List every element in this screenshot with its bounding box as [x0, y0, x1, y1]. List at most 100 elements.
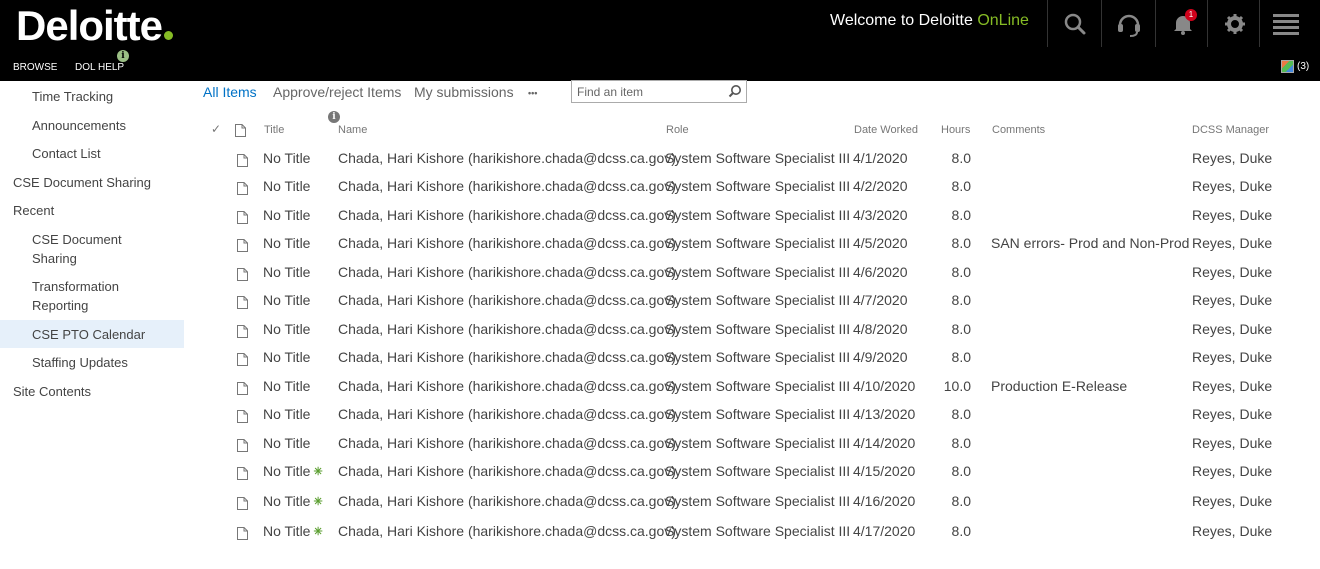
cell-date-worked: 4/6/2020	[853, 264, 908, 280]
dol-help-link[interactable]: DOL HELP	[75, 62, 124, 73]
column-header-comments[interactable]: Comments	[992, 124, 1045, 136]
table-row[interactable]: No Title Chada, Hari Kishore (harikishore…	[0, 435, 1320, 463]
settings-button[interactable]	[1207, 0, 1262, 47]
table-row[interactable]: No Title Chada, Hari Kishore (harikishore…	[0, 264, 1320, 292]
cell-hours: 8.0	[940, 150, 971, 166]
tab-approve-reject-items[interactable]: Approve/reject Items	[273, 84, 401, 100]
cell-title[interactable]: No Title	[263, 321, 310, 337]
cell-date-worked-text: 4/7/2020	[853, 292, 908, 308]
table-row[interactable]: No Title Chada, Hari Kishore (harikishore…	[0, 349, 1320, 377]
cell-dcss-manager: Reyes, Duke	[1192, 349, 1272, 365]
cell-name-text: Chada, Hari Kishore (harikishore.chada@d…	[338, 264, 676, 280]
document-icon	[237, 382, 248, 398]
cell-title[interactable]: No Title	[263, 235, 310, 251]
cell-hours: 10.0	[940, 378, 971, 394]
cell-title[interactable]: No Title	[263, 150, 310, 166]
cell-name: Chada, Hari Kishore (harikishore.chada@d…	[338, 292, 676, 308]
document-icon	[237, 182, 248, 198]
search-submit-button[interactable]	[728, 84, 742, 103]
cell-title[interactable]: No Title	[263, 435, 310, 451]
table-row[interactable]: No Title Chada, Hari Kishore (harikishore…	[0, 321, 1320, 349]
column-header-dcss-manager[interactable]: DCSS Manager	[1192, 124, 1269, 136]
table-row[interactable]: No Title ✳ Chada, Hari Kishore (harikishor…	[0, 493, 1320, 521]
column-header-title[interactable]: Title	[264, 124, 284, 136]
search-button[interactable]	[1047, 0, 1102, 47]
info-icon[interactable]: i	[328, 111, 340, 123]
cell-dcss-manager: Reyes, Duke	[1192, 406, 1272, 422]
cell-title[interactable]: No Title	[263, 378, 310, 394]
cell-title-text: No Title	[263, 378, 311, 394]
hamburger-icon	[1272, 13, 1299, 35]
cell-name-text: Chada, Hari Kishore (harikishore.chada@d…	[338, 321, 676, 337]
cell-title[interactable]: No Title ✳	[263, 463, 323, 479]
tab-all-items[interactable]: All Items	[203, 84, 257, 100]
search-input[interactable]	[572, 81, 722, 102]
new-item-icon: ✳	[313, 466, 323, 478]
cell-title[interactable]: No Title ✳	[263, 523, 323, 539]
more-views-button[interactable]: •••	[528, 88, 537, 98]
cell-title[interactable]: No Title	[263, 406, 310, 422]
column-header-hours[interactable]: Hours	[941, 124, 970, 136]
support-button[interactable]	[1101, 0, 1156, 47]
document-icon	[237, 239, 248, 255]
cell-date-worked: 4/9/2020	[853, 349, 908, 365]
cell-dcss-manager: Reyes, Duke	[1192, 207, 1272, 223]
cell-date-worked-text: 4/15/2020	[853, 463, 916, 479]
cell-dcss-manager: Reyes, Duke	[1192, 435, 1272, 451]
cell-name-text: Chada, Hari Kishore (harikishore.chada@d…	[338, 235, 676, 251]
notification-badge: 1	[1185, 9, 1197, 21]
table-row[interactable]: No Title Chada, Hari Kishore (harikishore…	[0, 292, 1320, 320]
cell-hours-text: 8.0	[951, 493, 971, 509]
table-row[interactable]: No Title Chada, Hari Kishore (harikishore…	[0, 150, 1320, 178]
table-row[interactable]: No Title Chada, Hari Kishore (harikishore…	[0, 406, 1320, 434]
table-row[interactable]: No Title Chada, Hari Kishore (harikishore…	[0, 207, 1320, 235]
cell-role: System Software Specialist III	[665, 321, 850, 337]
cell-dcss-manager-text: Reyes, Duke	[1192, 349, 1273, 365]
cell-date-worked: 4/7/2020	[853, 292, 908, 308]
cell-dcss-manager: Reyes, Duke	[1192, 264, 1272, 280]
welcome-message: Welcome to Deloitte OnLine	[830, 12, 1029, 30]
table-row[interactable]: No Title ✳ Chada, Hari Kishore (harikishor…	[0, 463, 1320, 491]
cell-date-worked: 4/3/2020	[853, 207, 908, 223]
menu-button[interactable]	[1259, 0, 1311, 47]
user-presence[interactable]: (3)	[1281, 60, 1309, 73]
cell-dcss-manager-text: Reyes, Duke	[1192, 378, 1273, 394]
cell-name-text: Chada, Hari Kishore (harikishore.chada@d…	[338, 435, 676, 451]
cell-dcss-manager-text: Reyes, Duke	[1192, 463, 1273, 479]
tab-my-submissions[interactable]: My submissions	[414, 84, 514, 100]
cell-name-text: Chada, Hari Kishore (harikishore.chada@d…	[338, 463, 676, 479]
cell-title[interactable]: No Title	[263, 264, 310, 280]
gear-icon	[1225, 13, 1245, 34]
deloitte-logo[interactable]: Deloitte	[16, 2, 174, 50]
cell-comments-text: SAN errors- Prod and Non-Prod	[991, 235, 1190, 251]
notifications-button[interactable]: 1	[1155, 0, 1210, 47]
search-icon	[728, 85, 741, 98]
cell-title-text: No Title	[263, 235, 311, 251]
cell-role-text: System Software Specialist III	[665, 235, 851, 251]
column-header-date-worked[interactable]: Date Worked	[854, 124, 918, 136]
document-icon	[237, 296, 248, 312]
cell-hours-text: 8.0	[951, 207, 971, 223]
cell-hours-text: 8.0	[951, 150, 971, 166]
table-row[interactable]: No Title ✳ Chada, Hari Kishore (harikishor…	[0, 523, 1320, 551]
cell-title-text: No Title	[263, 264, 311, 280]
cell-name: Chada, Hari Kishore (harikishore.chada@d…	[338, 435, 676, 451]
table-row[interactable]: No Title Chada, Hari Kishore (harikishore…	[0, 235, 1320, 263]
cell-title[interactable]: No Title	[263, 178, 310, 194]
cell-dcss-manager-text: Reyes, Duke	[1192, 523, 1273, 539]
sidebar-item-announcements[interactable]: Announcements	[32, 116, 126, 135]
column-header-name[interactable]: Name	[338, 124, 367, 136]
column-header-role[interactable]: Role	[666, 124, 689, 136]
sidebar-item-time-tracking[interactable]: Time Tracking	[0, 86, 184, 108]
cell-title[interactable]: No Title	[263, 292, 310, 308]
cell-title[interactable]: No Title	[263, 349, 310, 365]
browse-tab[interactable]: BROWSE	[13, 62, 57, 73]
headset-icon	[1118, 14, 1140, 37]
table-row[interactable]: No Title Chada, Hari Kishore (harikishore…	[0, 178, 1320, 206]
cell-title[interactable]: No Title	[263, 207, 310, 223]
cell-title[interactable]: No Title ✳	[263, 493, 323, 509]
table-row[interactable]: No Title Chada, Hari Kishore (harikishore…	[0, 378, 1320, 406]
cell-role: System Software Specialist III	[665, 235, 850, 251]
select-all-checkbox[interactable]: ✓	[211, 122, 221, 136]
top-bar: Deloitte BROWSE DOL HELP i Welcome to De…	[0, 0, 1320, 81]
